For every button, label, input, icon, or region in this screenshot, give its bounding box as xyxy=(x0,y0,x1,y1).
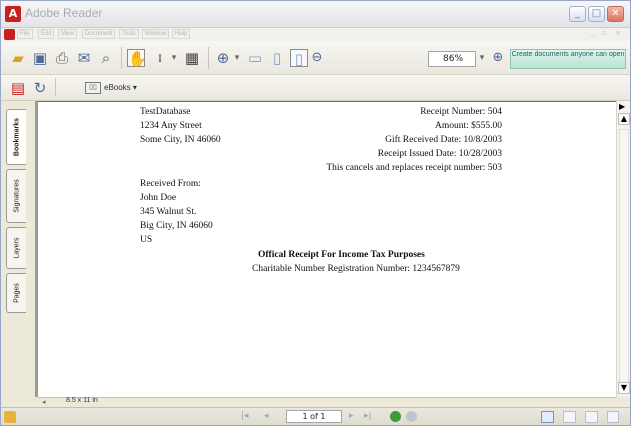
facing-layout-icon[interactable] xyxy=(585,411,598,423)
toolbar-separator xyxy=(55,78,56,96)
secondary-toolbar: ▤ ↻ ▯▯ eBooks ▾ xyxy=(1,75,630,101)
zoom-in-icon[interactable]: ⊕ xyxy=(489,49,507,67)
window-title: Adobe Reader xyxy=(25,6,103,20)
tab-layers[interactable]: Layers xyxy=(6,227,26,269)
receipt-amount: Amount: $555.00 xyxy=(434,121,502,131)
adobe-reader-logo-icon: A xyxy=(5,6,21,22)
zoom-out-icon[interactable]: ⊖ xyxy=(308,49,326,67)
expand-pane-icon[interactable]: ▶ xyxy=(619,102,625,111)
email-icon[interactable]: ✉ xyxy=(75,49,93,67)
org-street: 1234 Any Street xyxy=(140,121,202,131)
page-number-field[interactable]: 1 of 1 xyxy=(286,410,342,423)
ebooks-dropdown-icon: ▾ xyxy=(132,83,137,92)
vertical-scrollbar[interactable]: ▶ ▲ ▼ xyxy=(616,101,630,397)
continuous-layout-icon[interactable] xyxy=(563,411,576,423)
minimize-button[interactable]: _ xyxy=(569,6,586,22)
org-city: Some City, IN 46060 xyxy=(140,135,221,145)
fit-width-icon[interactable]: ▯ xyxy=(290,49,308,68)
horizontal-scrollbar[interactable]: ◂ 8.5 x 11 in xyxy=(38,397,616,407)
tab-pages[interactable]: Pages xyxy=(6,273,26,313)
donor-name: John Doe xyxy=(140,193,177,203)
previous-page-icon[interactable]: ◂ xyxy=(264,411,269,421)
document-view[interactable]: TestDatabase 1234 Any Street Some City, … xyxy=(38,101,616,397)
status-bar: |◂ ◂ 1 of 1 ▸ ▸| xyxy=(1,407,630,425)
received-from-label: Received From: xyxy=(140,179,201,189)
tab-signatures-label: Signatures xyxy=(13,179,20,213)
go-forward-icon[interactable] xyxy=(406,411,417,422)
menu-window[interactable]: Window xyxy=(142,29,170,39)
fit-page-icon[interactable]: ▯ xyxy=(268,49,286,67)
snapshot-icon[interactable]: ▦ xyxy=(183,49,201,67)
zoom-dropdown-icon[interactable]: ▾ xyxy=(232,49,242,67)
tab-pages-label: Pages xyxy=(13,283,20,303)
menu-view[interactable]: View xyxy=(58,29,77,39)
main-toolbar: ▰ ▣ ⎙ ✉ ⌕ ✋ I ▾ ▦ ⊕ ▾ ▭ ▯ ▯ ⊖ 86% ▾ ⊕ Cr… xyxy=(1,41,630,75)
receipt-title: Offical Receipt For Income Tax Purposes xyxy=(258,250,425,260)
menu-bar: File Edit View Document Tools Window Hel… xyxy=(1,28,630,41)
zoom-level-dropdown-icon[interactable]: ▾ xyxy=(477,49,487,67)
title-bar: A Adobe Reader _ □ ✕ xyxy=(1,1,630,28)
app-window: A Adobe Reader _ □ ✕ File Edit View Docu… xyxy=(0,0,631,426)
replaces-receipt-note: This cancels and replaces receipt number… xyxy=(326,163,502,173)
zoom-in-tool-icon[interactable]: ⊕ xyxy=(214,49,232,67)
donor-street: 345 Walnut St. xyxy=(140,207,197,217)
menu-document[interactable]: Document xyxy=(82,29,116,39)
scroll-up-icon[interactable]: ▲ xyxy=(618,113,630,125)
select-text-icon[interactable]: I xyxy=(151,49,169,67)
save-icon[interactable]: ▣ xyxy=(31,49,49,67)
next-page-icon[interactable]: ▸ xyxy=(349,411,354,421)
donor-country: US xyxy=(140,235,153,245)
menu-edit[interactable]: Edit xyxy=(38,29,55,39)
status-icon[interactable] xyxy=(4,411,16,423)
ebooks-button[interactable]: ▯▯ eBooks ▾ xyxy=(85,79,137,97)
select-dropdown-icon[interactable]: ▾ xyxy=(169,49,179,67)
first-page-icon[interactable]: |◂ xyxy=(241,411,249,421)
document-menu-icon[interactable] xyxy=(4,29,15,40)
maximize-button[interactable]: □ xyxy=(588,6,605,22)
go-back-icon[interactable] xyxy=(390,411,401,422)
ebooks-label: eBooks xyxy=(104,83,131,92)
menu-file[interactable]: File xyxy=(17,29,33,39)
close-button[interactable]: ✕ xyxy=(607,6,624,22)
rotate-icon[interactable]: ↻ xyxy=(31,79,49,97)
ebooks-icon: ▯▯ xyxy=(85,82,101,94)
hand-tool-icon[interactable]: ✋ xyxy=(127,49,147,68)
navigation-pane: Bookmarks Signatures Layers Pages xyxy=(1,101,37,411)
create-documents-promo-button[interactable]: Create documents anyone can open xyxy=(510,49,626,69)
document-window-controls[interactable]: _ ▫ × xyxy=(590,29,624,37)
print-icon[interactable]: ⎙ xyxy=(53,49,71,67)
tab-layers-label: Layers xyxy=(13,237,20,259)
page-size-label: 8.5 x 11 in xyxy=(66,397,98,404)
tab-bookmarks-label: Bookmarks xyxy=(13,117,20,157)
tab-bookmarks[interactable]: Bookmarks xyxy=(6,109,26,165)
org-name: TestDatabase xyxy=(140,107,191,117)
actual-size-icon[interactable]: ▭ xyxy=(246,49,264,67)
registration-number: Charitable Number Registration Number: 1… xyxy=(252,264,460,274)
toolbar-separator xyxy=(208,47,209,69)
zoom-level-field[interactable]: 86% xyxy=(428,51,476,67)
menu-tools[interactable]: Tools xyxy=(119,29,140,39)
scroll-down-icon[interactable]: ▼ xyxy=(618,382,630,394)
continuous-facing-layout-icon[interactable] xyxy=(607,411,619,423)
gift-received-date: Gift Received Date: 10/8/2003 xyxy=(385,135,502,145)
open-icon[interactable]: ▰ xyxy=(9,49,27,67)
scroll-left-icon[interactable]: ◂ xyxy=(42,398,46,406)
adobe-document-icon[interactable]: ▤ xyxy=(9,79,27,97)
receipt-number: Receipt Number: 504 xyxy=(420,107,502,117)
scroll-thumb[interactable] xyxy=(619,129,629,384)
search-icon[interactable]: ⌕ xyxy=(97,49,115,67)
receipt-issued-date: Receipt Issued Date: 10/28/2003 xyxy=(377,149,502,159)
tab-signatures[interactable]: Signatures xyxy=(6,169,26,223)
donor-city: Big City, IN 46060 xyxy=(140,221,213,231)
toolbar-separator xyxy=(121,47,122,69)
last-page-icon[interactable]: ▸| xyxy=(364,411,372,421)
menu-help[interactable]: Help xyxy=(172,29,191,39)
single-page-layout-icon[interactable] xyxy=(541,411,554,423)
